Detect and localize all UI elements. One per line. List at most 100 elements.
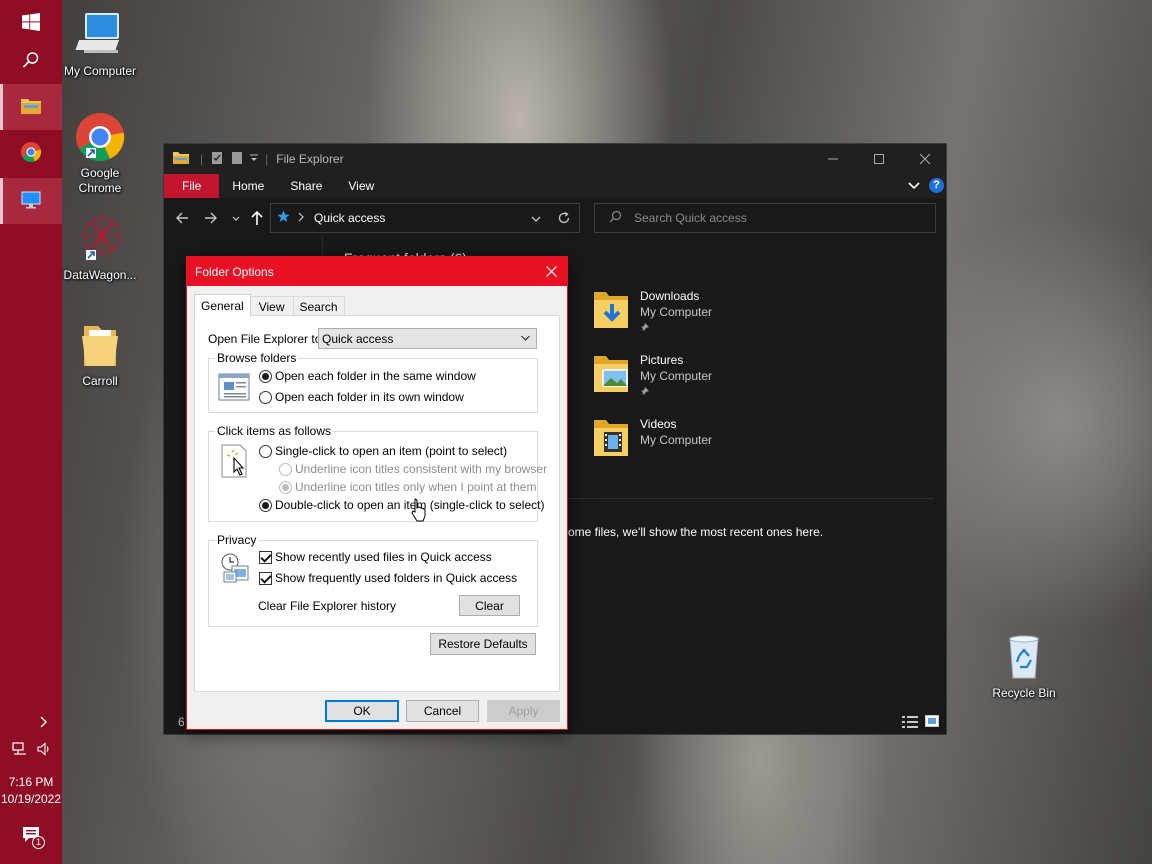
clock-date[interactable]: 10/19/2022: [0, 792, 62, 807]
help-icon[interactable]: ?: [929, 178, 944, 193]
cancel-button[interactable]: Cancel: [406, 700, 479, 722]
star-icon: [277, 210, 290, 226]
underline-point-label[interactable]: Underline icon titles only when I point …: [295, 480, 536, 494]
taskbar-chrome[interactable]: [0, 130, 62, 176]
address-bar[interactable]: Quick access: [270, 203, 580, 233]
clock-time[interactable]: 7:16 PM: [0, 775, 62, 790]
frequent-folders-label[interactable]: Show frequently used folders in Quick ac…: [275, 571, 517, 585]
pictures-folder-icon: [590, 352, 632, 400]
network-icon[interactable]: [12, 741, 28, 760]
folder-name: Pictures: [640, 353, 684, 367]
chrome-icon: [20, 141, 42, 166]
privacy-title: Privacy: [215, 533, 259, 547]
underline-browser-label[interactable]: Underline icon titles consistent with my…: [295, 462, 547, 476]
back-arrow-icon[interactable]: [175, 211, 189, 228]
recent-files-checkbox[interactable]: [259, 551, 272, 564]
expand-ribbon-icon[interactable]: [908, 180, 920, 194]
ribbon-tab-home[interactable]: Home: [219, 174, 277, 198]
explorer-titlebar[interactable]: | | File Explorer: [164, 144, 946, 174]
search-box[interactable]: Search Quick access: [594, 203, 936, 233]
window-title: File Explorer: [276, 152, 344, 166]
ribbon-tabs: File Home Share View ?: [164, 174, 946, 198]
folder-name: Downloads: [640, 289, 700, 303]
datawagon-icon: [74, 214, 126, 266]
large-icons-view-icon[interactable]: [925, 715, 939, 730]
desktop-icon-google-chrome[interactable]: Google Chrome: [62, 112, 138, 196]
open-to-dropdown[interactable]: Quick access: [318, 328, 537, 349]
close-button[interactable]: [535, 257, 567, 286]
address-dropdown-icon[interactable]: [530, 213, 542, 227]
ribbon-tab-file[interactable]: File: [164, 174, 220, 198]
details-view-icon[interactable]: [902, 716, 918, 731]
apply-button[interactable]: Apply: [487, 700, 560, 722]
restore-defaults-button[interactable]: Restore Defaults: [430, 633, 536, 655]
privacy-illustration-icon: [220, 552, 250, 587]
address-text[interactable]: Quick access: [314, 211, 385, 225]
minimize-button[interactable]: [810, 144, 856, 174]
same-window-label[interactable]: Open each folder in the same window: [275, 369, 476, 383]
up-arrow-icon[interactable]: [250, 210, 264, 229]
clear-history-label: Clear File Explorer history: [258, 599, 397, 613]
properties-icon[interactable]: [211, 151, 223, 168]
search-icon: [22, 51, 40, 72]
taskbar-file-explorer[interactable]: [0, 84, 62, 130]
recent-files-label[interactable]: Show recently used files in Quick access: [275, 550, 492, 564]
maximize-button[interactable]: [856, 144, 902, 174]
taskbar-remote-desktop[interactable]: [0, 178, 62, 224]
dialog-tabs: General View Search: [194, 294, 345, 317]
folder-tile-videos[interactable]: Videos My Computer: [590, 416, 712, 463]
double-click-radio[interactable]: [259, 499, 272, 512]
notification-badge: 1: [32, 836, 45, 849]
recent-locations-chevron-icon[interactable]: [231, 213, 241, 227]
clear-history-button[interactable]: Clear: [459, 595, 520, 616]
own-window-radio[interactable]: [259, 391, 272, 404]
same-window-radio[interactable]: [259, 370, 272, 383]
double-click-label[interactable]: Double-click to open an item (single-cli…: [275, 498, 544, 512]
tab-search[interactable]: Search: [292, 296, 345, 316]
single-click-radio[interactable]: [259, 445, 272, 458]
click-items-title: Click items as follows: [215, 424, 334, 438]
ok-button[interactable]: OK: [325, 700, 399, 722]
search-icon: [609, 210, 622, 226]
desktop-icon-label: Recycle Bin: [992, 686, 1056, 700]
recent-files-message: ome files, we'll show the most recent on…: [568, 525, 824, 539]
underline-point-radio[interactable]: [279, 481, 292, 494]
videos-folder-icon: [590, 416, 632, 463]
folder-options-dialog: Folder Options General View Search Open …: [186, 256, 568, 730]
single-click-label[interactable]: Single-click to open an item (point to s…: [275, 444, 507, 458]
folder-icon: [172, 151, 190, 168]
new-folder-icon[interactable]: [231, 151, 243, 168]
desktop-icon-my-computer[interactable]: My Computer: [62, 10, 138, 79]
folder-tile-pictures[interactable]: Pictures My Computer: [590, 352, 712, 400]
tab-view[interactable]: View: [249, 296, 294, 316]
desktop-icon-datawagon[interactable]: DataWagon...: [62, 214, 138, 283]
ribbon-tab-view[interactable]: View: [335, 174, 387, 198]
pin-icon: [640, 320, 712, 336]
close-button[interactable]: [902, 144, 948, 174]
browse-folders-group: Browse folders Open each folder in the s…: [208, 351, 538, 413]
general-tab-panel: Open File Explorer to: Quick access Brow…: [194, 315, 560, 692]
underline-browser-radio[interactable]: [279, 463, 292, 476]
frequent-folders-checkbox[interactable]: [259, 572, 272, 585]
tab-general[interactable]: General: [194, 294, 251, 317]
search-button[interactable]: [0, 38, 62, 84]
ribbon-tab-share[interactable]: Share: [277, 174, 335, 198]
customize-quick-access-icon[interactable]: [249, 152, 259, 166]
action-center-button[interactable]: 1: [22, 826, 45, 849]
windows-logo-icon: [22, 12, 40, 34]
search-placeholder: Search Quick access: [634, 211, 747, 225]
own-window-label[interactable]: Open each folder in its own window: [275, 390, 464, 404]
refresh-icon[interactable]: [557, 211, 571, 228]
volume-icon[interactable]: [36, 741, 52, 760]
computer-icon: [74, 10, 126, 62]
folder-location: My Computer: [640, 305, 713, 319]
folder-tile-downloads[interactable]: Downloads My Computer: [590, 288, 712, 336]
dialog-titlebar[interactable]: Folder Options: [187, 257, 567, 286]
chevron-down-icon: [520, 332, 531, 347]
recycle-bin-icon: [998, 632, 1050, 684]
chevron-up-icon[interactable]: [38, 716, 50, 731]
forward-arrow-icon[interactable]: [204, 211, 218, 228]
desktop-icon-carroll[interactable]: Carroll: [62, 320, 138, 389]
folder-icon: [20, 96, 42, 119]
desktop-icon-recycle-bin[interactable]: Recycle Bin: [986, 632, 1062, 701]
